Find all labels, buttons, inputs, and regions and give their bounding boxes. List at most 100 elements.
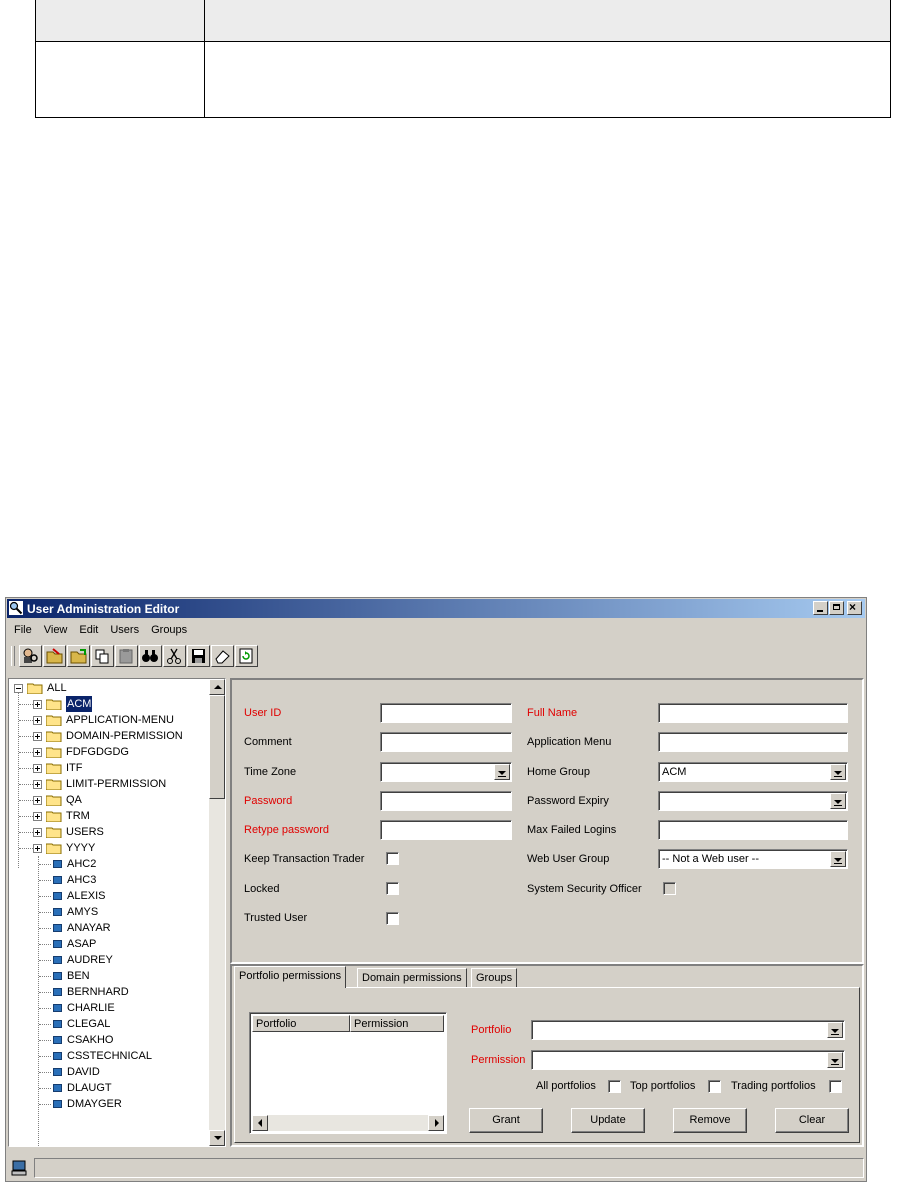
top-portfolios-checkbox[interactable] [708,1080,721,1093]
scroll-left-button[interactable] [252,1115,268,1131]
expand-icon[interactable] [33,812,42,821]
maximize-button[interactable] [829,601,844,615]
password-input[interactable] [380,791,512,811]
tree-item-user[interactable]: ANAYAR [11,920,201,936]
dropdown-arrow-icon[interactable] [830,793,846,809]
toolbar-grip[interactable] [11,646,15,666]
remove-button[interactable]: Remove [673,1108,747,1133]
expand-icon[interactable] [33,764,42,773]
portfolio-select[interactable] [531,1020,845,1040]
tree-item-user[interactable]: CSAKHO [11,1032,201,1048]
tree-item-group[interactable]: APPLICATION-MENU [11,712,201,728]
dropdown-arrow-icon[interactable] [827,1052,843,1068]
trusted-user-checkbox[interactable] [386,912,399,925]
user-id-input[interactable] [380,703,512,723]
tree-item-user[interactable]: AHC3 [11,872,201,888]
expand-icon[interactable] [33,828,42,837]
tree-item-user[interactable]: DAVID [11,1064,201,1080]
tree-item-group[interactable]: ITF [11,760,201,776]
tree-item-user[interactable]: DMAYGER [11,1096,201,1112]
copy-button[interactable] [91,645,114,667]
system-security-officer-checkbox[interactable] [663,882,676,895]
list-horizontal-scrollbar[interactable] [252,1115,444,1131]
eraser-button[interactable] [211,645,234,667]
expand-icon[interactable] [33,844,42,853]
retype-password-input[interactable] [380,820,512,840]
find-user-button[interactable] [19,645,42,667]
scroll-down-button[interactable] [209,1130,225,1146]
dropdown-arrow-icon[interactable] [827,1022,843,1038]
refresh-button[interactable] [235,645,258,667]
menu-edit[interactable]: Edit [73,622,104,640]
scroll-thumb[interactable] [209,695,225,799]
grant-button[interactable]: Grant [469,1108,543,1133]
menu-users[interactable]: Users [104,622,145,640]
tree-item-user[interactable]: ALEXIS [11,888,201,904]
tree-item-user[interactable]: AMYS [11,904,201,920]
minimize-button[interactable] [813,601,828,615]
permission-select[interactable] [531,1050,845,1070]
update-button[interactable]: Update [571,1108,645,1133]
menu-view[interactable]: View [38,622,74,640]
tree-item-group[interactable]: DOMAIN-PERMISSION [11,728,201,744]
scroll-up-button[interactable] [209,679,225,695]
clear-button[interactable]: Clear [775,1108,849,1133]
web-user-group-select[interactable]: -- Not a Web user -- [658,849,848,869]
expand-icon[interactable] [33,780,42,789]
tree-item-user[interactable]: DLAUGT [11,1080,201,1096]
expand-icon[interactable] [33,748,42,757]
tree-vertical-scrollbar[interactable] [209,679,225,1146]
save-button[interactable] [187,645,210,667]
dropdown-arrow-icon[interactable] [494,764,510,780]
dropdown-arrow-icon[interactable] [830,764,846,780]
keep-transaction-trader-checkbox[interactable] [386,852,399,865]
tree-item-group[interactable]: QA [11,792,201,808]
menu-file[interactable]: File [8,622,38,640]
tree-item-user[interactable]: CHARLIE [11,1000,201,1016]
title-bar[interactable]: User Administration Editor × [7,599,865,618]
tree-item-group[interactable]: LIMIT-PERMISSION [11,776,201,792]
portfolio-permission-list[interactable]: Portfolio Permission [249,1012,447,1134]
column-header-permission[interactable]: Permission [350,1015,444,1032]
menu-groups[interactable]: Groups [145,622,193,640]
open-folder-button[interactable] [67,645,90,667]
tree-item-user[interactable]: AUDREY [11,952,201,968]
tree-item-group[interactable]: USERS [11,824,201,840]
expand-icon[interactable] [33,700,42,709]
dropdown-arrow-icon[interactable] [830,851,846,867]
tree-item-user[interactable]: CSSTECHNICAL [11,1048,201,1064]
cut-button[interactable] [163,645,186,667]
tree-item-user[interactable]: CLEGAL [11,1016,201,1032]
trading-portfolios-checkbox[interactable] [829,1080,842,1093]
tree-item-user[interactable]: AHC2 [11,856,201,872]
time-zone-select[interactable] [380,762,512,782]
expand-icon[interactable] [33,796,42,805]
column-header-portfolio[interactable]: Portfolio [252,1015,350,1032]
paste-button[interactable] [115,645,138,667]
tab-portfolio-permissions[interactable]: Portfolio permissions [234,966,347,988]
max-failed-logins-input[interactable] [658,820,848,840]
tree-item-group[interactable]: ACM [11,696,201,712]
tree-item-group[interactable]: FDFGDGDG [11,744,201,760]
tab-domain-permissions[interactable]: Domain permissions [357,968,467,987]
tree-item-group[interactable]: YYYY [11,840,201,856]
expand-icon[interactable] [33,732,42,741]
password-expiry-select[interactable] [658,791,848,811]
tab-groups[interactable]: Groups [471,968,518,987]
tree-item-group[interactable]: TRM [11,808,201,824]
locked-checkbox[interactable] [386,882,399,895]
expand-icon[interactable] [33,716,42,725]
tree-item-user[interactable]: ASAP [11,936,201,952]
full-name-input[interactable] [658,703,848,723]
application-menu-input[interactable] [658,732,848,752]
close-folder-button[interactable] [43,645,66,667]
tree-item-user[interactable]: BERNHARD [11,984,201,1000]
tree-item-user[interactable]: BEN [11,968,201,984]
comment-input[interactable] [380,732,512,752]
tree-item-all[interactable]: ALL [11,680,201,696]
close-button[interactable]: × [847,600,862,615]
collapse-icon[interactable] [14,684,23,693]
scroll-right-button[interactable] [428,1115,444,1131]
all-portfolios-checkbox[interactable] [608,1080,621,1093]
find-button[interactable] [139,645,162,667]
